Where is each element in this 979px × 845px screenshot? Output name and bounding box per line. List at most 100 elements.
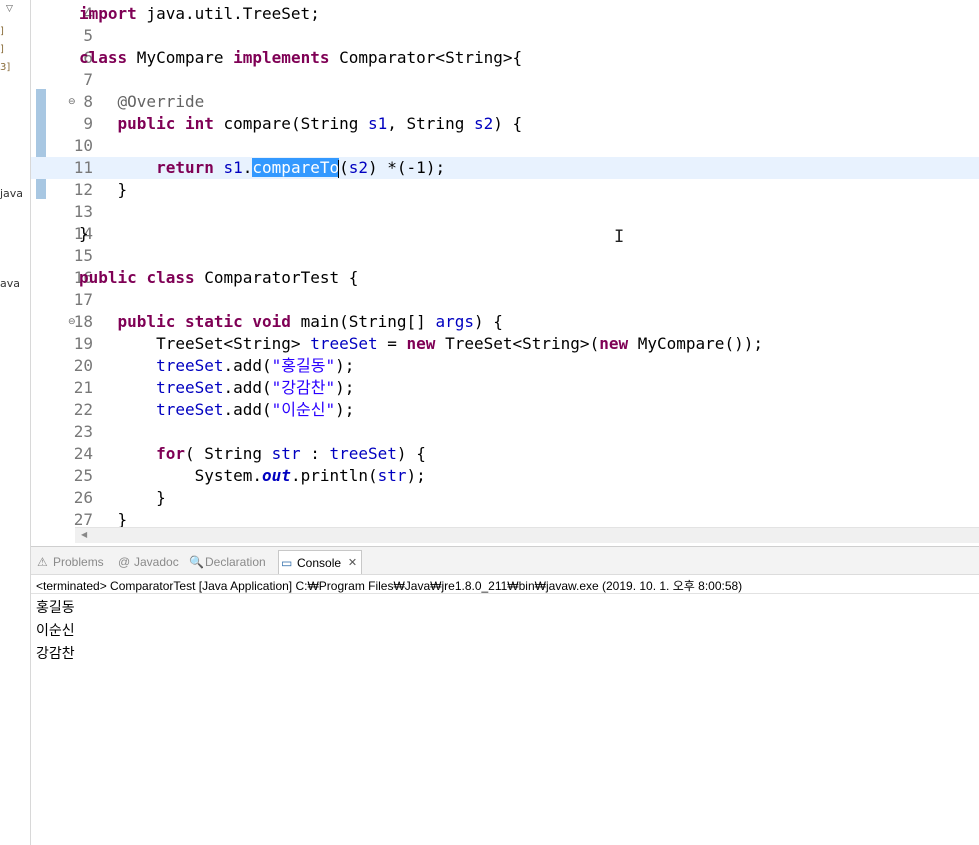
code-token: new [599,334,629,353]
code-token: "홍길동" [271,356,336,375]
code-token: treeSet [310,334,378,353]
code-line[interactable]: 23 [31,421,979,443]
code-line[interactable]: 17 [31,289,979,311]
code-text: public class ComparatorTest { [79,267,358,289]
code-line[interactable]: 12 } [31,179,979,201]
code-line[interactable]: 26 } [31,487,979,509]
line-number: 23 [73,422,93,441]
code-line[interactable]: 20 treeSet.add("홍길동"); [31,355,979,377]
collapse-triangle-icon[interactable]: ▽ [6,4,13,14]
code-line[interactable]: 21 treeSet.add("강감찬"); [31,377,979,399]
line-number: 15 [73,246,93,265]
code-token: for [156,444,185,463]
explorer-fragment[interactable]: ava [0,277,20,290]
tab-label: Javadoc [134,555,179,569]
code-token: System. [79,466,263,485]
code-editor[interactable]: 4 import java.util.TreeSet; 5 6 class MyComp… [31,0,979,527]
code-token: treeSet [156,400,224,419]
code-token: args [435,312,474,331]
code-token: TreeSet<String> [79,334,311,353]
code-token: compare(String [213,114,368,133]
code-token: treeSet [156,378,224,397]
tab-label: Problems [53,555,104,569]
code-token: MyCompare()); [628,334,763,353]
code-token: main(String[] [290,312,436,331]
code-line[interactable]: 8 ⊖ @Override [31,91,979,113]
code-line[interactable]: 13 [31,201,979,223]
code-line[interactable]: 19 TreeSet<String> treeSet = new TreeSet… [31,333,979,355]
code-token: ); [335,378,355,397]
code-line[interactable]: 9 public int compare(String s1, String s… [31,113,979,135]
code-text: for( String str : treeSet) { [79,443,426,465]
horizontal-scrollbar[interactable]: ◀ [75,527,979,543]
code-token: } [79,510,128,527]
line-number: 10 [73,136,93,155]
tab-label: Console [297,556,342,570]
code-line[interactable]: 25 System.out.println(str); [31,465,979,487]
code-token: treeSet [156,356,224,375]
code-token: ) { [396,444,426,463]
code-token: ); [406,466,426,485]
tab-problems[interactable]: ⚠ Problems [35,550,104,574]
code-token: Comparator<String>{ [329,48,523,67]
code-token: str [377,466,407,485]
scroll-left-arrow-icon[interactable]: ◀ [81,530,87,539]
tab-declaration[interactable]: 🔍 Declaration [187,550,266,574]
terminated-status: <terminated> ComparatorTest [Java Applic… [36,579,743,593]
code-text: System.out.println(str); [79,465,426,487]
code-line[interactable]: 5 [31,25,979,47]
code-token: .add( [223,356,272,375]
code-text: public int compare(String s1, String s2)… [79,113,523,135]
tab-javadoc[interactable]: @ Javadoc [116,550,179,574]
code-line[interactable]: 15 [31,245,979,267]
code-token: s2 [473,114,494,133]
code-text: } [79,223,89,245]
code-line[interactable]: 10 [31,135,979,157]
tab-console[interactable]: ▭ Console ✕ [278,550,363,575]
code-token: "이순신" [271,400,336,419]
explorer-fragment[interactable]: ] [0,26,4,37]
divider [31,593,979,594]
code-line[interactable]: 6 class MyCompare implements Comparator<S… [31,47,979,69]
code-line[interactable]: 27 } [31,509,979,527]
console-output[interactable]: 홍길동 이순신 강감찬 [36,597,75,666]
code-token: .add( [223,378,272,397]
code-token: java.util.TreeSet; [136,4,320,23]
code-line[interactable]: 14} [31,223,979,245]
explorer-fragment[interactable]: 3] [0,62,10,73]
code-token: ); [335,400,355,419]
code-text: treeSet.add("홍길동"); [79,355,354,377]
current-code-line[interactable]: 11 return s1.compareTo(s2) *(-1); [31,157,979,179]
fold-toggle-icon[interactable]: ⊖ [68,311,76,333]
code-line[interactable]: 18 ⊖ public static void main(String[] arg… [31,311,979,333]
console-icon: ▭ [281,556,293,570]
code-line[interactable]: 16 public class ComparatorTest { [31,267,979,289]
code-line[interactable]: 24 for( String str : treeSet) { [31,443,979,465]
code-line[interactable]: 22 treeSet.add("이순신"); [31,399,979,421]
code-token: public [117,312,176,331]
code-token: import [79,4,137,23]
line-number: 14 [73,224,93,243]
ibeam-cursor-icon: I [614,227,625,247]
console-line: 홍길동 [36,600,75,616]
code-line[interactable]: 4 import java.util.TreeSet; [31,3,979,25]
code-text: } [79,179,128,201]
code-line[interactable]: 7 [31,69,979,91]
code-text: @Override [79,91,205,113]
code-token: int [184,114,214,133]
code-token: str [271,444,301,463]
explorer-fragment[interactable]: ] [0,44,4,55]
fold-toggle-icon[interactable]: ⊖ [68,91,76,113]
code-token: .println( [290,466,378,485]
code-text: treeSet.add("강감찬"); [79,377,354,399]
explorer-fragment[interactable]: java [0,187,23,200]
code-token: "강감찬" [271,378,336,397]
close-icon[interactable]: ✕ [348,551,357,575]
